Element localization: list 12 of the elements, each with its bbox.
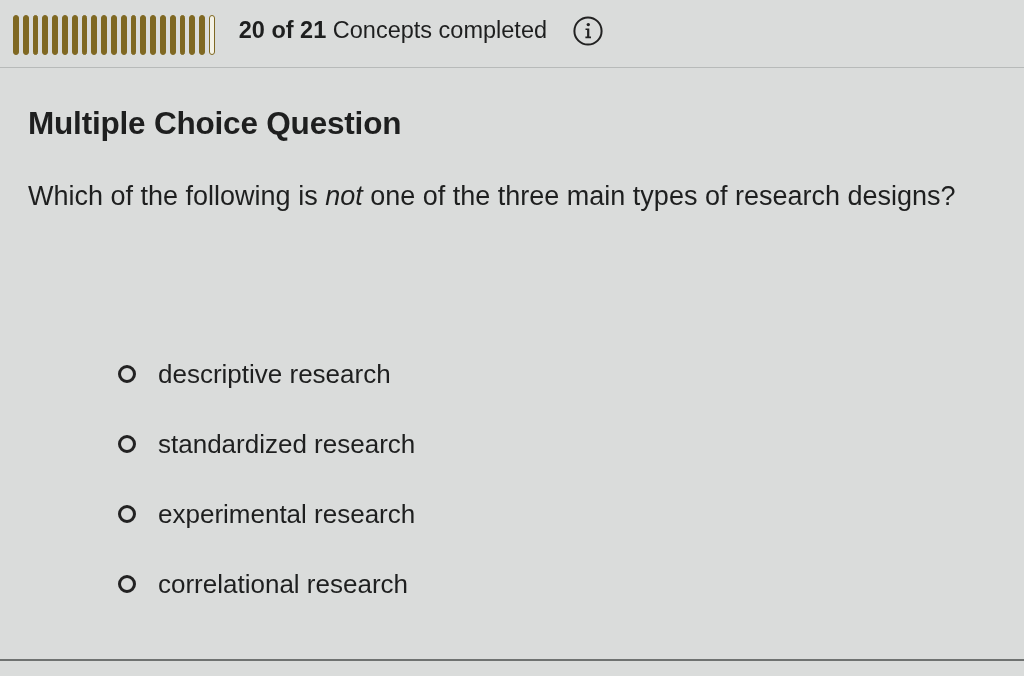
answer-option[interactable]: standardized research [118,429,416,459]
radio-button[interactable] [118,365,136,383]
answer-option[interactable]: experimental research [118,499,416,529]
radio-button[interactable] [118,435,136,453]
answer-option[interactable]: descriptive research [118,359,416,389]
info-icon[interactable] [573,15,604,46]
progress-summary: 20 of 21 Concepts completed [238,15,548,44]
question-prompt: Which of the following is not one of the three main types of research designs? [28,181,956,212]
answer-option[interactable]: correlational research [118,569,416,599]
radio-button[interactable] [118,575,136,593]
radio-button[interactable] [118,505,136,523]
question-type-title: Multiple Choice Question [28,105,402,142]
